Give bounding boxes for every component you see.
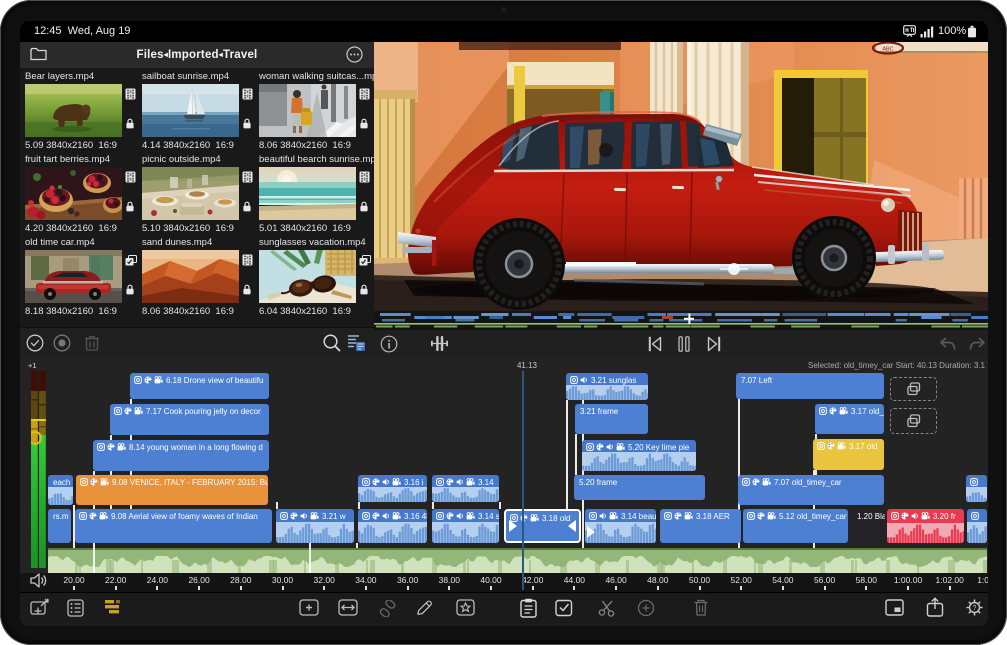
svg-text:?: ? (973, 605, 977, 612)
